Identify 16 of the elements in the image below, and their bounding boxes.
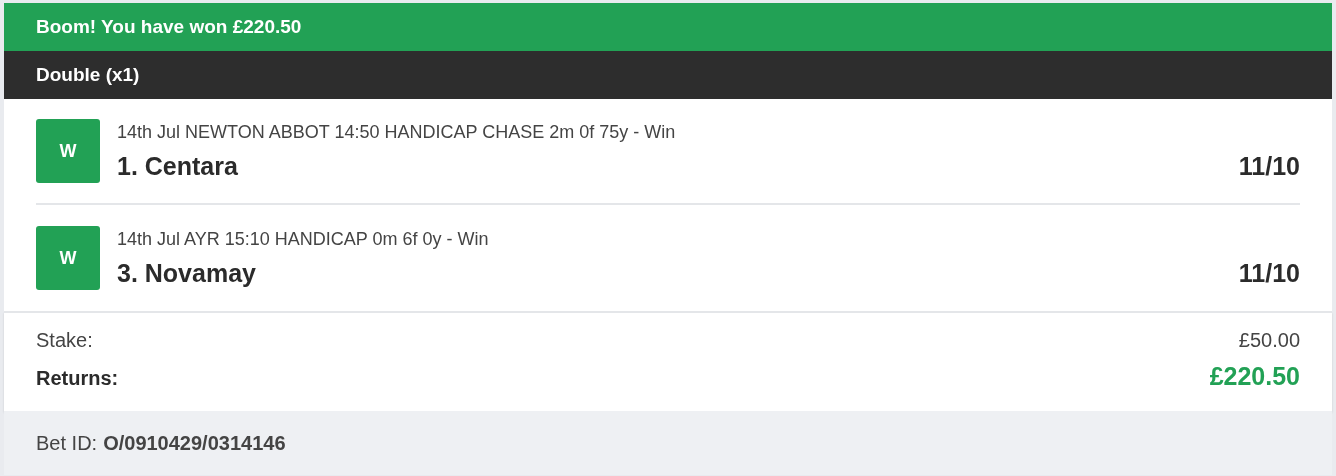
selection-name: 1. Centara: [117, 151, 238, 181]
event-details: 14th Jul NEWTON ABBOT 14:50 HANDICAP CHASE 2m 0f 75y - Win: [117, 121, 677, 143]
returns-label: Returns:: [36, 367, 119, 390]
bet-id-label: Bet ID:: [36, 431, 98, 455]
bet-id: O/0910429/0314146: [103, 431, 286, 455]
event-details: 14th Jul AYR 15:10 HANDICAP 0m 6f 0y - Win: [117, 228, 490, 250]
returns-amount: £220.50: [1209, 362, 1300, 391]
stake-label: Stake:: [36, 329, 93, 352]
win-banner: Boom! You have won £220.50: [4, 3, 1332, 51]
result-badge: W: [36, 226, 100, 290]
odds: 11/10: [1238, 151, 1300, 181]
bet-type-header: Double (x1): [4, 51, 1332, 99]
odds: 11/10: [1238, 258, 1300, 288]
selection-name: 3. Novamay: [117, 258, 256, 288]
result-badge: W: [36, 119, 100, 183]
stake-amount: £50.00: [1238, 329, 1300, 352]
